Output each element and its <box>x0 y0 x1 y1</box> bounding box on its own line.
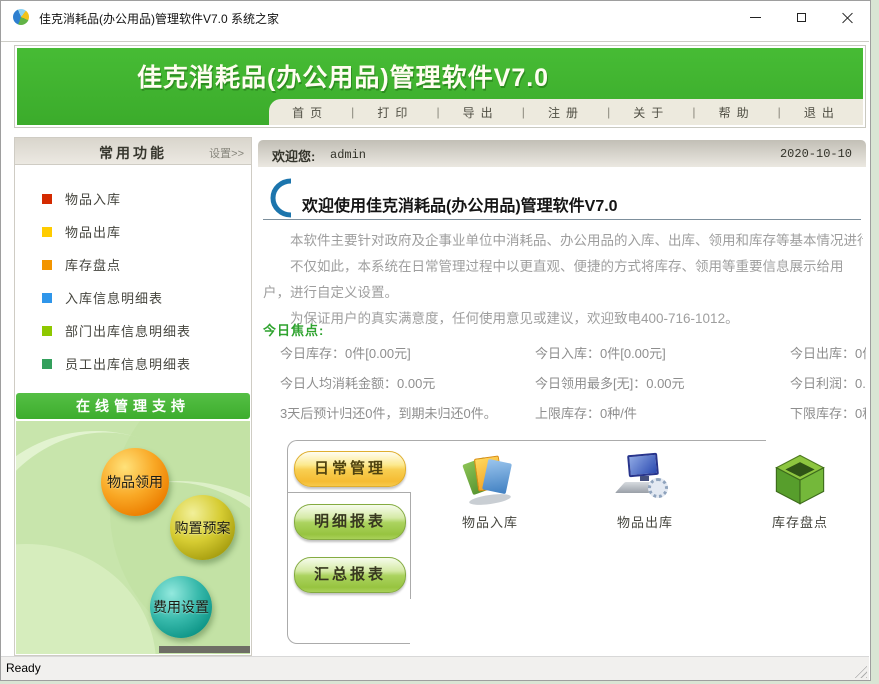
menu-item-home[interactable]: 首页 <box>290 104 330 121</box>
shortcut-label: 物品出库 <box>617 512 673 531</box>
welcome-label: 欢迎您: <box>272 146 315 165</box>
stat-today-stock: 今日库存：0件[0.00元] <box>280 343 535 373</box>
sidebar-header: 常用功能 设置>> <box>15 138 251 165</box>
minimize-button[interactable] <box>732 1 778 33</box>
shortcut-label: 物品入库 <box>462 512 518 531</box>
window-title: 佳克消耗品(办公用品)管理软件V7.0 系统之家 <box>39 10 279 27</box>
online-support-title: 在线管理支持 <box>76 396 190 416</box>
bubble-label: 物品领用 <box>107 472 163 492</box>
settings-link[interactable]: 设置>> <box>209 145 244 161</box>
green-cube-icon <box>773 452 827 506</box>
app-banner: 佳克消耗品(办公用品)管理软件V7.0 首页 | 打印 | 导出 | 注册 | … <box>14 45 866 128</box>
yellow-square-icon <box>42 227 52 237</box>
menu-separator: | <box>436 105 439 119</box>
tab-daily-management[interactable]: 日常管理 <box>294 451 406 487</box>
status-bar: Ready <box>1 656 869 680</box>
tab-summary-reports[interactable]: 汇总报表 <box>294 557 406 593</box>
menu-item-export[interactable]: 导出 <box>461 104 501 121</box>
tab-pane-border <box>410 440 766 441</box>
menu-separator: | <box>522 105 525 119</box>
sidebar-item-label: 库存盘点 <box>65 255 121 274</box>
square-icon <box>797 13 806 22</box>
username: admin <box>330 148 366 162</box>
bubble-expense-settings[interactable]: 费用设置 <box>150 576 212 638</box>
main-content: 欢迎您: admin 2020-10-10 欢迎使用佳克消耗品(办公用品)管理软… <box>258 140 866 656</box>
sidebar-item-stocktake[interactable]: 库存盘点 <box>15 248 251 281</box>
orange-square-icon <box>42 260 52 270</box>
heading-divider <box>263 219 861 220</box>
sidebar-item-inbound-report[interactable]: 入库信息明细表 <box>15 281 251 314</box>
intro-paragraph: 不仅如此，本系统在日常管理过程中以更直观、便捷的方式将库存、领用等重要信息展示给… <box>263 254 863 306</box>
sidebar-item-staff-outbound-report[interactable]: 员工出库信息明细表 <box>15 347 251 380</box>
shortcut-goods-out[interactable]: 物品出库 <box>585 452 705 548</box>
tab-strip-divider <box>410 492 411 599</box>
menu-item-print[interactable]: 打印 <box>375 104 415 121</box>
stat-upper-limit: 上限库存：0种/件 <box>535 403 790 433</box>
close-button[interactable] <box>824 1 870 33</box>
today-stats: 今日库存：0件[0.00元] 今日入库：0件[0.00元] 今日出库：0件[0.… <box>263 343 866 433</box>
menu-separator: | <box>351 105 354 119</box>
current-date: 2020-10-10 <box>780 147 852 161</box>
computer-gear-icon <box>618 452 672 506</box>
shortcut-goods-in[interactable]: 物品入库 <box>430 452 550 548</box>
sidebar-item-label: 员工出库信息明细表 <box>65 354 191 373</box>
active-tab-divider <box>288 492 410 493</box>
title-bar: 佳克消耗品(办公用品)管理软件V7.0 系统之家 <box>1 1 870 33</box>
shortcut-label: 库存盘点 <box>772 512 828 531</box>
sidebar-item-label: 部门出库信息明细表 <box>65 321 191 340</box>
sidebar-item-label: 物品入库 <box>65 189 121 208</box>
shortcut-stocktake[interactable]: 库存盘点 <box>740 452 860 548</box>
tab-detail-reports[interactable]: 明细报表 <box>294 504 406 540</box>
red-square-icon <box>42 194 52 204</box>
intro-paragraph: 本软件主要针对政府及企事业单位中消耗品、办公用品的入库、出库、领用和库存等基本情… <box>263 228 863 254</box>
main-menu: 首页 | 打印 | 导出 | 注册 | 关于 | 帮助 | 退出 <box>269 99 863 125</box>
minus-icon <box>750 17 761 18</box>
sidebar-item-dept-outbound-report[interactable]: 部门出库信息明细表 <box>15 314 251 347</box>
app-logo-icon <box>13 9 29 25</box>
sidebar-item-label: 入库信息明细表 <box>65 288 163 307</box>
sidebar: 常用功能 设置>> 物品入库 物品出库 库存盘点 入库信息明细表 部门出 <box>14 137 252 656</box>
status-text: Ready <box>6 661 41 675</box>
stat-today-inbound: 今日入库：0件[0.00元] <box>535 343 790 373</box>
folders-icon <box>463 452 517 506</box>
banner-title: 佳克消耗品(办公用品)管理软件V7.0 <box>137 58 549 94</box>
today-focus-title: 今日焦点: <box>263 320 324 339</box>
maximize-button[interactable] <box>778 1 824 33</box>
horizontal-scrollbar-thumb[interactable] <box>159 646 250 653</box>
sidebar-item-label: 物品出库 <box>65 222 121 241</box>
lime-square-icon <box>42 326 52 336</box>
green-square-icon <box>42 359 52 369</box>
intro-paragraph: 为保证用户的真实满意度，任何使用意见或建议，欢迎致电400-716-1012。 <box>263 306 863 332</box>
sidebar-item-goods-out[interactable]: 物品出库 <box>15 215 251 248</box>
stat-top-claimer: 今日领用最多[无]：0.00元 <box>535 373 790 403</box>
online-support-header: 在线管理支持 <box>16 393 250 419</box>
stat-per-capita-cost: 今日人均消耗金额：0.00元 <box>280 373 535 403</box>
stat-today-outbound: 今日出库：0件[0.00元] <box>790 343 866 373</box>
stat-lower-limit: 下限库存：0种/件 <box>790 403 866 433</box>
menu-separator: | <box>607 105 610 119</box>
menu-item-exit[interactable]: 退出 <box>802 104 842 121</box>
client-divider <box>1 41 869 42</box>
page-title: 欢迎使用佳克消耗品(办公用品)管理软件V7.0 <box>302 192 618 216</box>
menu-item-register[interactable]: 注册 <box>546 104 586 121</box>
sidebar-list: 物品入库 物品出库 库存盘点 入库信息明细表 部门出库信息明细表 员工出库信息明… <box>15 182 251 380</box>
crescent-logo-icon <box>262 175 296 221</box>
bubble-label: 购置预案 <box>175 518 231 538</box>
resize-grip-icon[interactable] <box>853 664 867 678</box>
intro-paragraphs: 本软件主要针对政府及企事业单位中消耗品、办公用品的入库、出库、领用和库存等基本情… <box>263 228 863 332</box>
menu-item-help[interactable]: 帮助 <box>717 104 757 121</box>
online-support-panel: 物品领用 购置预案 费用设置 <box>16 421 250 654</box>
stat-due-returns: 3天后预计归还0件，到期未归还0件。 <box>280 403 535 433</box>
sidebar-item-goods-in[interactable]: 物品入库 <box>15 182 251 215</box>
menu-separator: | <box>778 105 781 119</box>
welcome-bar: 欢迎您: admin 2020-10-10 <box>258 140 866 167</box>
menu-separator: | <box>692 105 695 119</box>
bubble-purchase-plan[interactable]: 购置预案 <box>170 495 235 560</box>
bubble-label: 费用设置 <box>153 597 209 617</box>
x-icon <box>842 12 853 23</box>
stat-today-profit: 今日利润：0.00元 <box>790 373 866 403</box>
bubble-item-claim[interactable]: 物品领用 <box>101 448 169 516</box>
blue-square-icon <box>42 293 52 303</box>
menu-item-about[interactable]: 关于 <box>631 104 671 121</box>
